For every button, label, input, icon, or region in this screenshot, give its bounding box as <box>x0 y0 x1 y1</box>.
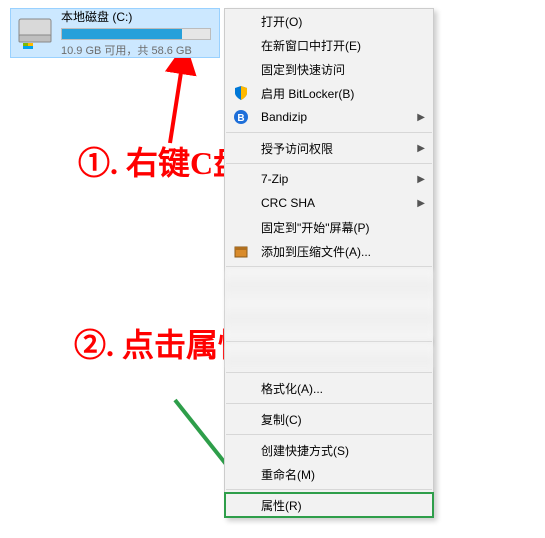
context-menu: 打开(O) 在新窗口中打开(E) 固定到快速访问 启用 BitLocker(B)… <box>224 8 434 518</box>
menu-create-shortcut[interactable]: 创建快捷方式(S) <box>225 438 433 462</box>
menu-label: 打开(O) <box>261 13 302 30</box>
menu-pin-quick-access[interactable]: 固定到快速访问 <box>225 57 433 81</box>
menu-rename[interactable]: 重命名(M) <box>225 462 433 486</box>
svg-text:B: B <box>237 113 244 124</box>
menu-separator <box>226 266 432 267</box>
menu-format[interactable]: 格式化(A)... <box>225 376 433 400</box>
bandizip-icon: B <box>233 109 249 125</box>
drive-name: 本地磁盘 (C:) <box>61 8 213 25</box>
archive-icon <box>233 243 249 259</box>
menu-bandizip[interactable]: B Bandizip ▶ <box>225 105 433 129</box>
menu-label: 创建快捷方式(S) <box>261 442 349 459</box>
menu-separator <box>226 403 432 404</box>
menu-crc-sha[interactable]: CRC SHA ▶ <box>225 191 433 215</box>
menu-label: 格式化(A)... <box>261 380 323 397</box>
drive-info: 本地磁盘 (C:) 10.9 GB 可用，共 58.6 GB <box>61 8 213 58</box>
menu-label: 授予访问权限 <box>261 140 333 157</box>
menu-bitlocker[interactable]: 启用 BitLocker(B) <box>225 81 433 105</box>
menu-properties[interactable]: 属性(R) <box>225 493 433 517</box>
menu-label: 启用 BitLocker(B) <box>261 85 354 102</box>
drive-space-text: 10.9 GB 可用，共 58.6 GB <box>61 42 213 58</box>
menu-label: 固定到快速访问 <box>261 61 345 78</box>
menu-separator <box>226 489 432 490</box>
menu-separator <box>226 372 432 373</box>
drive-icon <box>17 15 53 51</box>
submenu-arrow-icon: ▶ <box>417 143 425 154</box>
menu-label: 属性(R) <box>261 497 302 514</box>
menu-label: 在新窗口中打开(E) <box>261 37 361 54</box>
menu-label: CRC SHA <box>261 196 315 210</box>
menu-pin-start[interactable]: 固定到"开始"屏幕(P) <box>225 215 433 239</box>
menu-separator <box>226 341 432 342</box>
submenu-arrow-icon: ▶ <box>417 112 425 123</box>
menu-label: 复制(C) <box>261 411 302 428</box>
drive-space-bar-fill <box>62 29 182 39</box>
blurred-menu-items <box>226 345 432 369</box>
menu-separator <box>226 132 432 133</box>
menu-open[interactable]: 打开(O) <box>225 9 433 33</box>
menu-separator <box>226 163 432 164</box>
menu-add-to-archive[interactable]: 添加到压缩文件(A)... <box>225 239 433 263</box>
submenu-arrow-icon: ▶ <box>417 198 425 209</box>
submenu-arrow-icon: ▶ <box>417 174 425 185</box>
drive-space-bar <box>61 28 211 40</box>
menu-grant-access[interactable]: 授予访问权限 ▶ <box>225 136 433 160</box>
menu-separator <box>226 434 432 435</box>
shield-icon <box>233 85 249 101</box>
blurred-menu-items <box>226 270 432 338</box>
menu-label: Bandizip <box>261 110 307 124</box>
menu-7zip[interactable]: 7-Zip ▶ <box>225 167 433 191</box>
menu-open-new-window[interactable]: 在新窗口中打开(E) <box>225 33 433 57</box>
menu-label: 重命名(M) <box>261 466 315 483</box>
annotation-step-1: ①. 右键C盘 <box>78 138 245 184</box>
drive-item-c[interactable]: 本地磁盘 (C:) 10.9 GB 可用，共 58.6 GB <box>10 8 220 58</box>
annotation-arrow-red <box>130 58 210 148</box>
menu-label: 添加到压缩文件(A)... <box>261 243 371 260</box>
menu-label: 固定到"开始"屏幕(P) <box>261 219 370 236</box>
menu-label: 7-Zip <box>261 172 288 186</box>
menu-copy[interactable]: 复制(C) <box>225 407 433 431</box>
